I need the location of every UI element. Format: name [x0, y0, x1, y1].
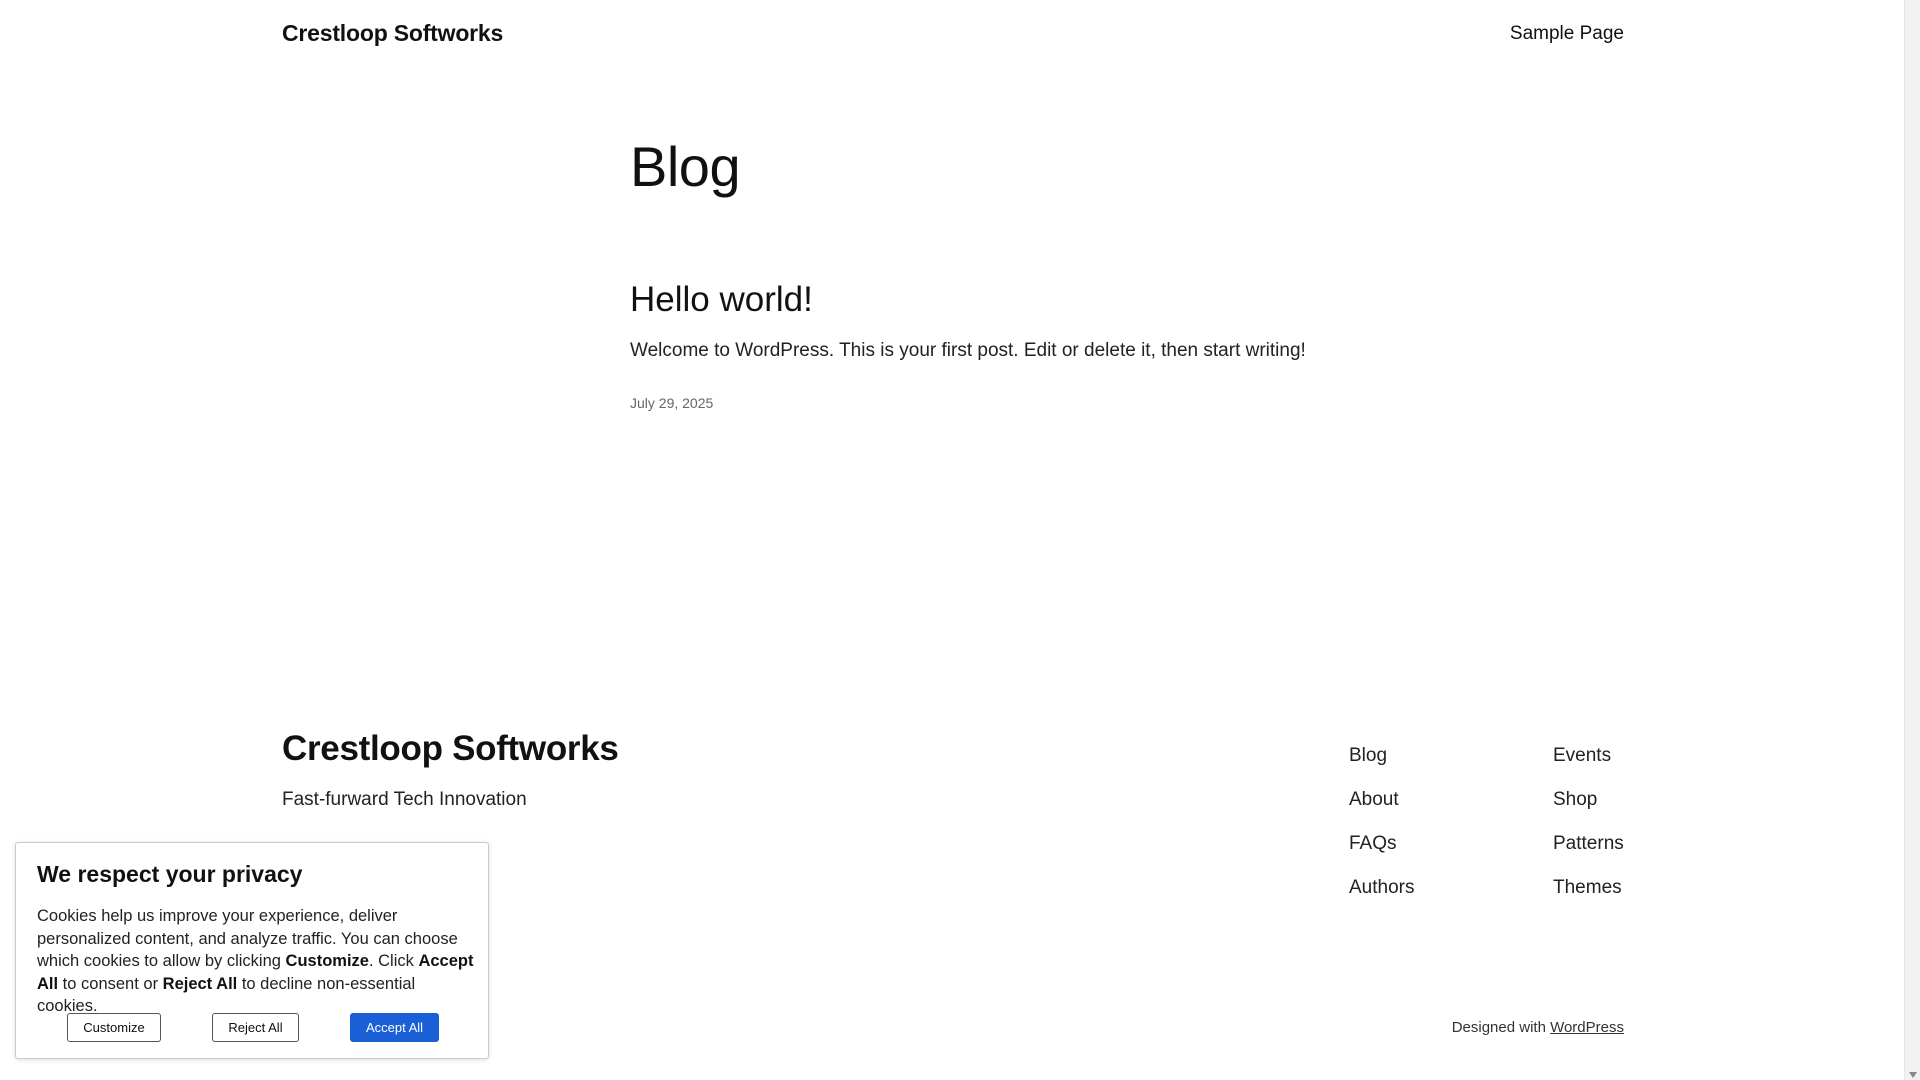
cookie-description: Cookies help us improve your experience,… — [37, 905, 477, 1018]
footer-credit: Designed with WordPress — [1452, 1019, 1624, 1036]
footer-tagline: Fast-furward Tech Innovation — [282, 789, 527, 810]
footer-link-authors[interactable]: Authors — [1349, 866, 1414, 910]
cookie-text-customize: Customize — [285, 952, 369, 970]
post-date: July 29, 2025 — [630, 395, 714, 411]
page-title: Blog — [630, 135, 741, 198]
footer-link-blog[interactable]: Blog — [1349, 734, 1414, 778]
post-title-link[interactable]: Hello world! — [630, 280, 813, 320]
footer-link-events[interactable]: Events — [1553, 734, 1624, 778]
site-title-link[interactable]: Crestloop Softworks — [282, 20, 503, 47]
customize-button[interactable]: Customize — [67, 1013, 161, 1042]
footer-link-patterns[interactable]: Patterns — [1553, 822, 1624, 866]
cookie-text-reject: Reject All — [162, 974, 238, 993]
reject-all-button[interactable]: Reject All — [212, 1013, 299, 1042]
footer-site-title-link[interactable]: Crestloop Softworks — [282, 729, 619, 769]
wordpress-link[interactable]: WordPress — [1550, 1019, 1624, 1036]
cookie-text-part: to consent or — [58, 974, 163, 993]
post-excerpt: Welcome to WordPress. This is your first… — [630, 340, 1306, 361]
cookie-text-part: . Click — [368, 952, 419, 970]
vertical-scrollbar[interactable] — [1904, 0, 1920, 1080]
footer-link-shop[interactable]: Shop — [1553, 778, 1624, 822]
cookie-heading: We respect your privacy — [37, 861, 303, 887]
accept-all-button[interactable]: Accept All — [350, 1013, 439, 1042]
cookie-consent-banner: We respect your privacy Cookies help us … — [15, 842, 489, 1059]
credit-prefix: Designed with — [1451, 1019, 1551, 1036]
footer-nav-column-2: Events Shop Patterns Themes — [1553, 734, 1624, 910]
footer-link-about[interactable]: About — [1349, 778, 1414, 822]
footer-link-faqs[interactable]: FAQs — [1349, 822, 1414, 866]
scroll-down-arrow-icon[interactable] — [1909, 1072, 1917, 1078]
footer-link-themes[interactable]: Themes — [1553, 866, 1624, 910]
nav-item-sample-page[interactable]: Sample Page — [1510, 23, 1624, 45]
footer-nav-column-1: Blog About FAQs Authors — [1349, 734, 1414, 910]
